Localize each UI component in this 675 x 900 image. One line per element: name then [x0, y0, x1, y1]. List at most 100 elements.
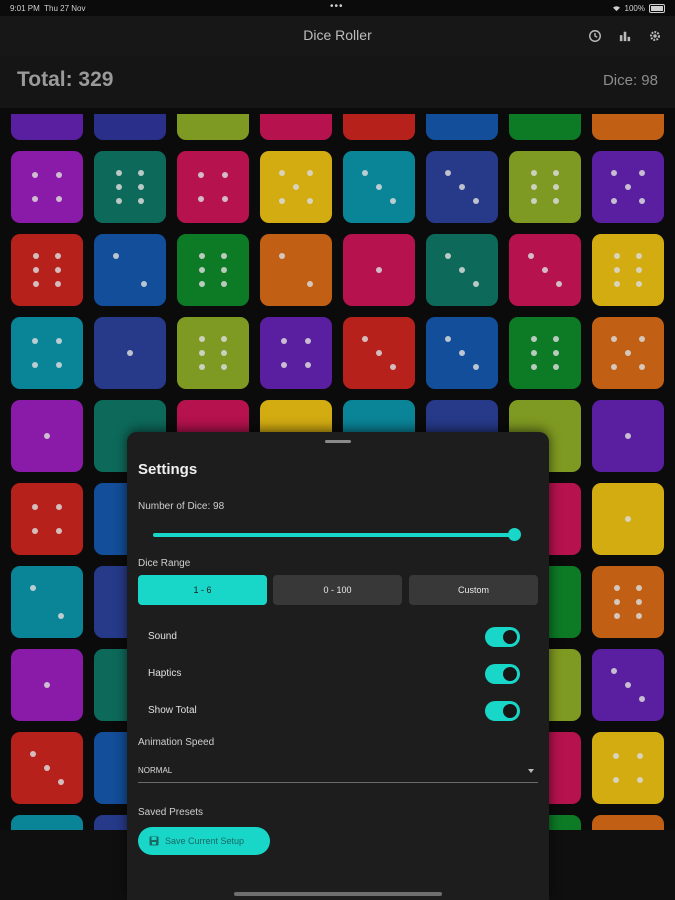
show-total-toggle[interactable]	[485, 701, 520, 721]
die-pip	[459, 267, 465, 273]
die[interactable]	[177, 234, 249, 306]
die[interactable]	[260, 151, 332, 223]
die[interactable]	[11, 732, 83, 804]
die[interactable]	[94, 317, 166, 389]
die[interactable]	[177, 151, 249, 223]
die[interactable]	[11, 114, 83, 140]
animation-speed-select[interactable]: NORMAL	[138, 762, 538, 783]
history-icon[interactable]	[583, 24, 607, 48]
die-pip	[199, 281, 206, 288]
die-pip	[639, 364, 646, 371]
die[interactable]	[592, 400, 664, 472]
die-pip	[637, 752, 644, 759]
die-pip	[278, 252, 285, 259]
dropdown-arrow-icon	[528, 769, 534, 773]
die-pip	[459, 350, 465, 356]
die[interactable]	[94, 151, 166, 223]
die[interactable]	[343, 151, 415, 223]
battery-percent: 100%	[624, 4, 645, 13]
die-pip	[280, 362, 287, 369]
die-pip	[552, 335, 559, 342]
die[interactable]	[94, 114, 166, 140]
die-pip	[361, 169, 368, 176]
die-pip	[531, 169, 538, 176]
die[interactable]	[11, 649, 83, 721]
die[interactable]	[592, 234, 664, 306]
die-pip	[639, 696, 646, 703]
range-option-0-100[interactable]: 0 - 100	[273, 575, 402, 605]
die-pip	[614, 599, 621, 605]
die[interactable]	[343, 317, 415, 389]
die-pip	[614, 281, 621, 288]
die[interactable]	[592, 317, 664, 389]
gear-icon[interactable]	[643, 24, 667, 48]
die-pip	[112, 252, 119, 259]
die[interactable]	[260, 114, 332, 140]
show-total-row: Show Total	[147, 698, 520, 724]
haptics-toggle[interactable]	[485, 664, 520, 684]
die[interactable]	[343, 114, 415, 140]
die-pip	[552, 198, 559, 205]
die[interactable]	[94, 234, 166, 306]
save-current-setup-button[interactable]: Save Current Setup	[138, 827, 270, 855]
die[interactable]	[592, 114, 664, 140]
die[interactable]	[11, 815, 83, 830]
die-pip	[54, 267, 61, 273]
range-option-1-6[interactable]: 1 - 6	[138, 575, 267, 605]
die-pip	[610, 198, 617, 205]
die-pip	[56, 528, 63, 535]
die-pip	[307, 281, 314, 288]
die[interactable]	[343, 234, 415, 306]
die[interactable]	[11, 566, 83, 638]
die[interactable]	[11, 234, 83, 306]
die[interactable]	[509, 317, 581, 389]
die-pip	[44, 682, 50, 688]
die[interactable]	[11, 317, 83, 389]
dice-count-slider[interactable]	[153, 533, 515, 537]
die-pip	[305, 362, 312, 369]
die[interactable]	[509, 234, 581, 306]
die[interactable]	[592, 815, 664, 830]
save-button-label: Save Current Setup	[165, 836, 245, 846]
die-pip	[278, 169, 285, 176]
die[interactable]	[177, 317, 249, 389]
sound-label: Sound	[148, 631, 177, 642]
die[interactable]	[11, 400, 83, 472]
die-pip	[305, 337, 312, 344]
die[interactable]	[592, 483, 664, 555]
die-pip	[116, 184, 123, 190]
multitask-dots[interactable]: •••	[330, 1, 344, 12]
wifi-icon	[612, 6, 620, 12]
save-icon	[149, 836, 159, 846]
die[interactable]	[426, 317, 498, 389]
bar-chart-icon[interactable]	[613, 24, 637, 48]
range-option-custom[interactable]: Custom	[409, 575, 538, 605]
die-pip	[531, 364, 538, 371]
die-pip	[639, 198, 646, 205]
die-pip	[31, 362, 38, 369]
home-indicator[interactable]	[234, 892, 442, 896]
die[interactable]	[426, 151, 498, 223]
die[interactable]	[509, 151, 581, 223]
die[interactable]	[592, 732, 664, 804]
die[interactable]	[592, 151, 664, 223]
die[interactable]	[11, 483, 83, 555]
die-pip	[222, 196, 229, 203]
sheet-drag-handle[interactable]	[325, 440, 351, 443]
die[interactable]	[11, 151, 83, 223]
die[interactable]	[260, 234, 332, 306]
die[interactable]	[426, 114, 498, 140]
sound-toggle[interactable]	[485, 627, 520, 647]
die[interactable]	[592, 566, 664, 638]
die-pip	[31, 528, 38, 535]
dice-count-slider-thumb[interactable]	[508, 528, 521, 541]
die[interactable]	[177, 114, 249, 140]
die[interactable]	[509, 114, 581, 140]
die-pip	[220, 281, 227, 288]
animation-speed-label: Animation Speed	[138, 737, 215, 748]
die[interactable]	[260, 317, 332, 389]
die[interactable]	[592, 649, 664, 721]
die[interactable]	[426, 234, 498, 306]
die-pip	[614, 613, 621, 620]
dice-count: Dice: 98	[602, 72, 658, 89]
